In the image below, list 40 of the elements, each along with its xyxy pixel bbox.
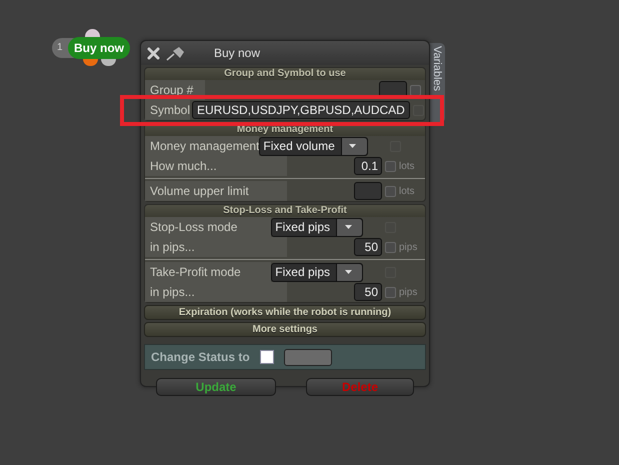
input-field[interactable]: 0.1 — [354, 157, 382, 175]
field-label: Symbol — [145, 100, 190, 120]
unit-label: pips — [399, 242, 418, 252]
input-field[interactable] — [354, 182, 382, 200]
status-label: Change Status to — [151, 350, 250, 364]
caret-icon — [349, 144, 356, 148]
unit-label: pips — [399, 286, 418, 298]
field-label: Take-Profit mode — [145, 262, 272, 282]
mode-dropdown[interactable]: Fixed volume — [259, 136, 368, 156]
checkbox[interactable] — [385, 242, 396, 252]
mode-dropdown[interactable]: Fixed pips — [271, 218, 363, 236]
section-header[interactable]: Stop-Loss and Take-Profit — [145, 205, 425, 217]
field-label: How much... — [145, 156, 287, 176]
checkbox[interactable] — [385, 186, 396, 196]
unit-label: lots — [399, 160, 416, 172]
input-field[interactable]: 50 — [354, 283, 382, 301]
node-label[interactable]: Buy now — [68, 37, 130, 59]
pin-icon[interactable] — [166, 45, 186, 61]
checkbox[interactable] — [410, 84, 421, 96]
section-header[interactable]: More settings — [144, 322, 426, 337]
field-label: Money management — [145, 136, 260, 156]
window-title: Buy now — [214, 46, 260, 60]
section-header[interactable]: Group and Symbol to use — [145, 68, 425, 80]
status-checkbox[interactable] — [260, 350, 274, 364]
input-field[interactable]: EURUSD,USDJPY,GBPUSD,AUDCAD — [192, 101, 410, 119]
status-field[interactable] — [284, 348, 332, 366]
update-button[interactable]: Update — [156, 378, 276, 396]
field-label: in pips... — [145, 237, 287, 257]
field-label: Stop-Loss mode — [145, 217, 272, 237]
close-icon[interactable] — [147, 46, 160, 60]
field-label: Volume upper limit — [145, 181, 287, 201]
checkbox[interactable] — [385, 160, 396, 172]
unit-label: lots — [399, 186, 416, 196]
field-label: in pips... — [145, 282, 287, 302]
input-field[interactable]: 50 — [354, 238, 382, 256]
mode-dropdown[interactable]: Fixed pips — [271, 262, 363, 282]
checkbox[interactable] — [385, 286, 396, 298]
caret-icon — [344, 270, 352, 274]
section-header[interactable]: Expiration (works while the robot is running) — [144, 305, 426, 320]
caret-icon — [344, 225, 352, 229]
